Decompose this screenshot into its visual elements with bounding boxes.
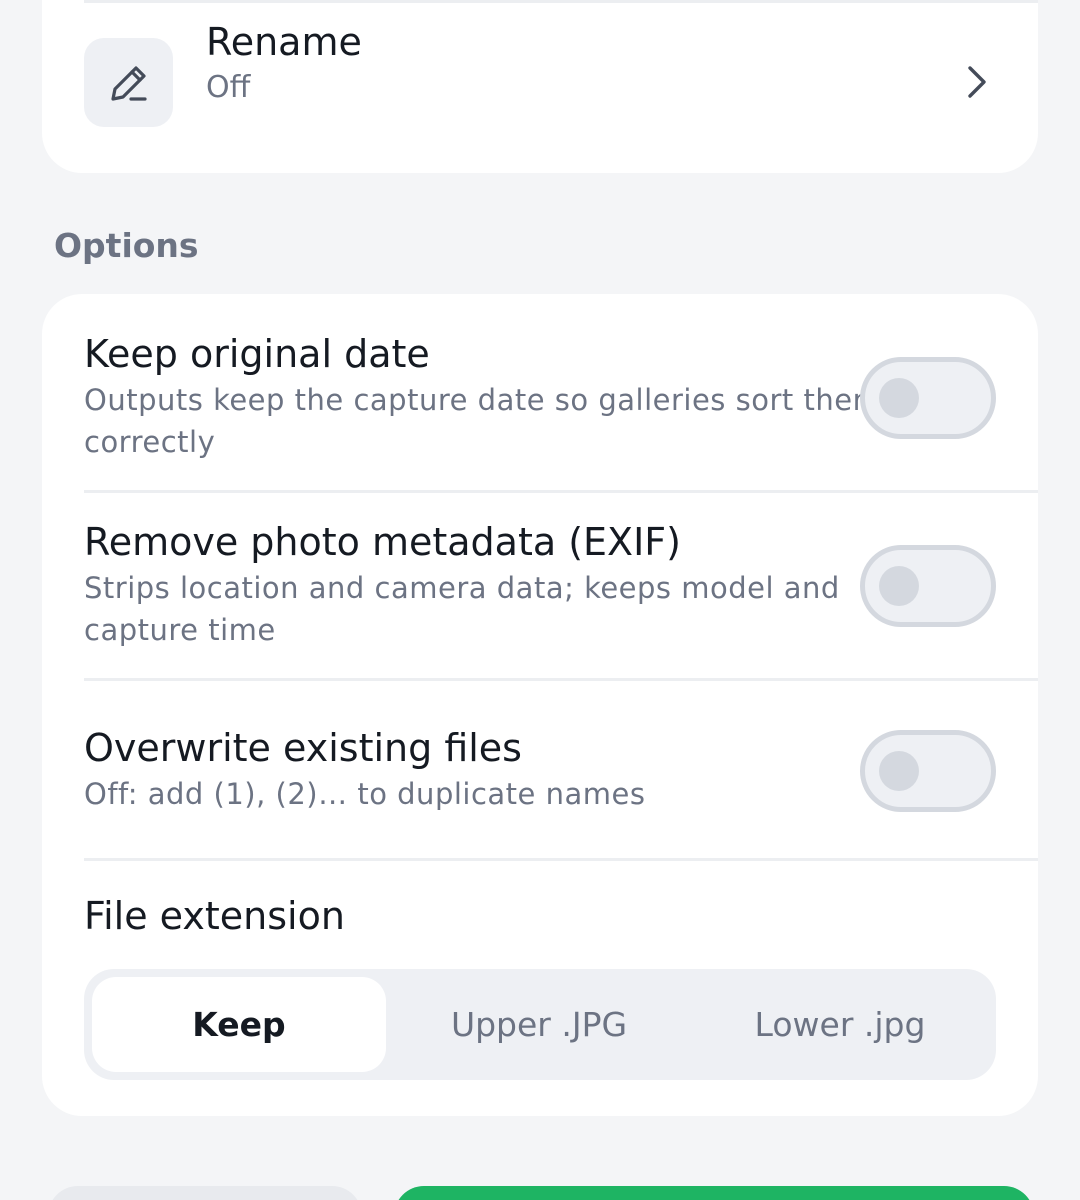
remove-exif-desc-line2: capture time <box>84 613 276 647</box>
remove-exif-title: Remove photo metadata (EXIF) <box>84 520 681 564</box>
toggle-knob <box>879 751 919 791</box>
row-divider <box>84 858 1038 861</box>
file-extension-segmented-control: Keep Upper .JPG Lower .jpg <box>84 969 996 1080</box>
keep-date-toggle[interactable] <box>860 357 996 439</box>
secondary-action-button[interactable] <box>48 1186 362 1200</box>
pencil-icon <box>84 38 173 127</box>
rename-value: Off <box>206 70 251 105</box>
remove-exif-desc-line1: Strips location and camera data; keeps m… <box>84 571 840 605</box>
overwrite-toggle[interactable] <box>860 730 996 812</box>
section-header-options: Options <box>54 226 199 265</box>
remove-exif-row: Remove photo metadata (EXIF) Strips loca… <box>42 493 1038 678</box>
segment-upper-jpg[interactable]: Upper .JPG <box>386 977 692 1072</box>
segment-keep[interactable]: Keep <box>92 977 386 1072</box>
keep-date-description: Outputs keep the capture date so galleri… <box>84 379 881 463</box>
rename-row[interactable]: Rename Off <box>42 0 1038 173</box>
primary-action-button[interactable] <box>394 1186 1034 1200</box>
settings-screen: Rename Off Options Keep original date Ou… <box>0 0 1080 1200</box>
keep-date-desc-line1: Outputs keep the capture date so galleri… <box>84 383 882 417</box>
toggle-knob <box>879 378 919 418</box>
overwrite-row: Overwrite existing files Off: add (1), (… <box>42 681 1038 858</box>
file-extension-title: File extension <box>84 894 345 938</box>
options-card: Keep original date Outputs keep the capt… <box>42 294 1038 1116</box>
rename-card: Rename Off <box>42 0 1038 173</box>
toggle-knob <box>879 566 919 606</box>
remove-exif-description: Strips location and camera data; keeps m… <box>84 567 840 651</box>
keep-date-row: Keep original date Outputs keep the capt… <box>42 294 1038 490</box>
chevron-right-icon <box>968 66 986 98</box>
remove-exif-toggle[interactable] <box>860 545 996 627</box>
overwrite-description: Off: add (1), (2)… to duplicate names <box>84 777 646 811</box>
overwrite-title: Overwrite existing files <box>84 726 522 770</box>
segment-lower-jpg[interactable]: Lower .jpg <box>692 977 988 1072</box>
rename-title: Rename <box>206 20 362 64</box>
keep-date-title: Keep original date <box>84 332 430 376</box>
keep-date-desc-line2: correctly <box>84 425 216 459</box>
